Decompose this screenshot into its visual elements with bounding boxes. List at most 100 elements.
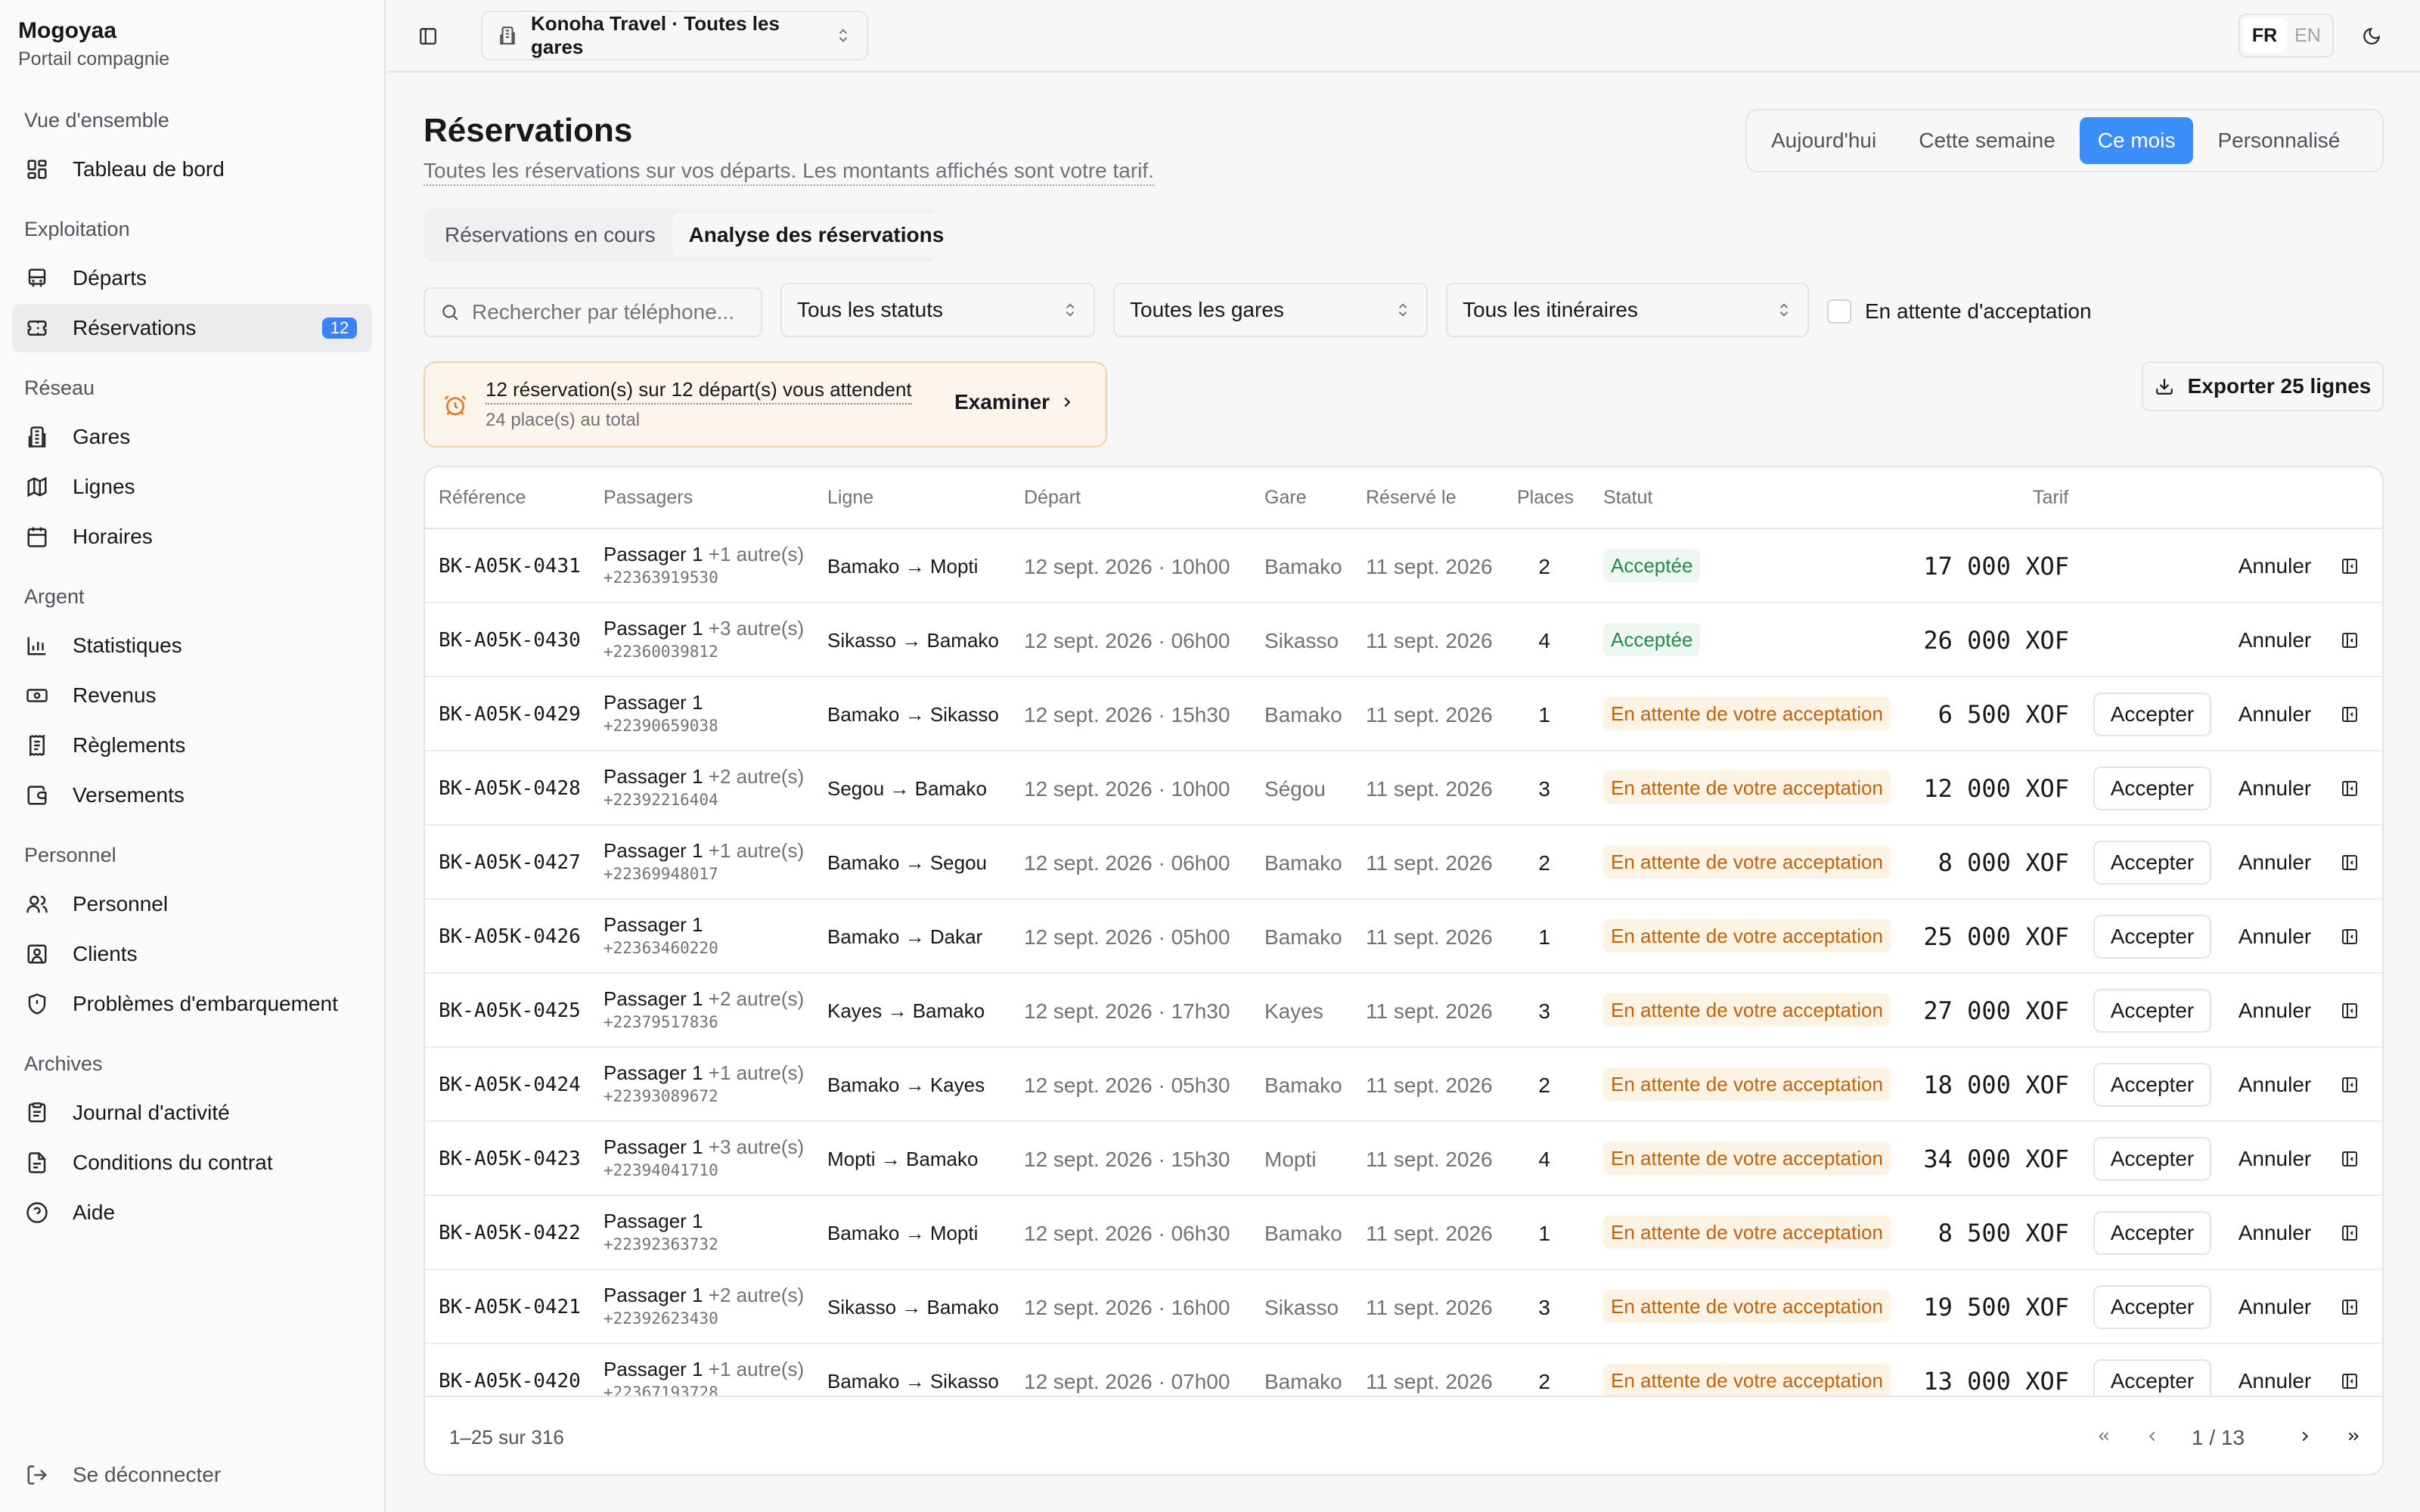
- first-page-button[interactable]: [2089, 1421, 2119, 1452]
- reservations-table: Référence Passagers Ligne Départ Gare Ré…: [424, 466, 2384, 1476]
- reservations-count-badge: 12: [322, 318, 357, 339]
- toggle-sidebar-button[interactable]: [413, 21, 443, 51]
- period-custom[interactable]: Personnalisé: [2199, 117, 2358, 164]
- sidebar: Mogoyaa Portail compagnie Vue d'ensemble…: [0, 0, 386, 1512]
- accept-button[interactable]: Accepter: [2093, 692, 2211, 736]
- pending-acceptance-filter[interactable]: En attente d'acceptation: [1827, 299, 2092, 324]
- period-week[interactable]: Cette semaine: [1900, 117, 2074, 164]
- row-reserved-date: 11 sept. 2026: [1366, 1370, 1493, 1393]
- examine-button[interactable]: Examiner: [954, 390, 1075, 414]
- accept-button[interactable]: Accepter: [2093, 1063, 2211, 1107]
- open-detail-button[interactable]: [2335, 1145, 2364, 1173]
- company-selector[interactable]: Konoha Travel · Toutes les gares: [481, 11, 868, 60]
- lang-fr-button[interactable]: FR: [2243, 18, 2286, 53]
- prev-page-button[interactable]: [2137, 1421, 2167, 1452]
- download-icon: [2155, 376, 2174, 396]
- cancel-button[interactable]: Annuler: [2229, 1285, 2320, 1329]
- accept-button[interactable]: Accepter: [2093, 767, 2211, 810]
- route-filter-select[interactable]: Tous les itinéraires: [1446, 283, 1809, 337]
- cancel-button[interactable]: Annuler: [2229, 692, 2320, 736]
- sidebar-item-lignes[interactable]: Lignes: [12, 463, 372, 511]
- cancel-button[interactable]: Annuler: [2229, 841, 2320, 885]
- row-fare: 25 000 XOF: [1923, 922, 2069, 951]
- accept-button[interactable]: Accepter: [2093, 1285, 2211, 1329]
- cancel-button[interactable]: Annuler: [2229, 1063, 2320, 1107]
- period-today[interactable]: Aujourd'hui: [1753, 117, 1894, 164]
- row-departure: 12 sept. 2026 · 05h00: [1024, 925, 1230, 949]
- cancel-button[interactable]: Annuler: [2229, 915, 2320, 959]
- passenger-name: Passager 1: [603, 1061, 703, 1084]
- pending-alert: 12 réservation(s) sur 12 départ(s) vous …: [424, 361, 1107, 448]
- cancel-button[interactable]: Annuler: [2229, 989, 2320, 1033]
- passenger-name: Passager 1: [603, 913, 703, 936]
- help-icon: [24, 1200, 50, 1225]
- open-detail-button[interactable]: [2335, 626, 2364, 655]
- col-reference: Référence: [439, 487, 526, 508]
- open-detail-button[interactable]: [2335, 848, 2364, 877]
- sidebar-item-gares[interactable]: Gares: [12, 413, 372, 461]
- cancel-button[interactable]: Annuler: [2229, 618, 2320, 662]
- accept-button[interactable]: Accepter: [2093, 841, 2211, 885]
- accept-button[interactable]: Accepter: [2093, 1137, 2211, 1181]
- open-detail-button[interactable]: [2335, 1219, 2364, 1247]
- sidebar-item-reglements[interactable]: Règlements: [12, 721, 372, 770]
- accept-button[interactable]: Accepter: [2093, 915, 2211, 959]
- accept-button[interactable]: Accepter: [2093, 1359, 2211, 1399]
- sidebar-item-boarding-issues[interactable]: Problèmes d'embarquement: [12, 980, 372, 1028]
- sidebar-item-clients[interactable]: Clients: [12, 930, 372, 978]
- row-phone: +22392623430: [603, 1309, 718, 1328]
- open-detail-button[interactable]: [2335, 700, 2364, 729]
- sidebar-item-revenus[interactable]: Revenus: [12, 671, 372, 720]
- row-places: 1: [1538, 1222, 1550, 1245]
- open-detail-button[interactable]: [2335, 1293, 2364, 1321]
- status-badge: En attente de votre acceptation: [1603, 1364, 1891, 1397]
- search-input[interactable]: [472, 300, 746, 324]
- station-filter-select[interactable]: Toutes les gares: [1113, 283, 1428, 337]
- row-line: Bamako → Mopti: [827, 555, 979, 578]
- sidebar-item-journal[interactable]: Journal d'activité: [12, 1089, 372, 1137]
- row-departure: 12 sept. 2026 · 10h00: [1024, 555, 1230, 578]
- cancel-button[interactable]: Annuler: [2229, 767, 2320, 810]
- next-page-button[interactable]: [2290, 1421, 2320, 1452]
- sidebar-item-departs[interactable]: Départs: [12, 254, 372, 302]
- open-detail-button[interactable]: [2335, 1367, 2364, 1396]
- row-line: Bamako → Sikasso: [827, 1370, 999, 1393]
- last-page-button[interactable]: [2338, 1421, 2369, 1452]
- passenger-name: Passager 1: [603, 617, 703, 640]
- pending-checkbox-label: En attente d'acceptation: [1865, 299, 2092, 323]
- logout-button[interactable]: Se déconnecter: [24, 1462, 221, 1488]
- panel-icon: [2341, 1150, 2359, 1168]
- accept-button[interactable]: Accepter: [2093, 1211, 2211, 1255]
- tab-reservation-analysis[interactable]: Analyse des réservations: [672, 213, 961, 257]
- accept-button[interactable]: Accepter: [2093, 989, 2211, 1033]
- status-filter-select[interactable]: Tous les statuts: [780, 283, 1095, 337]
- row-reference: BK-A05K-0428: [439, 777, 581, 800]
- sidebar-item-aide[interactable]: Aide: [12, 1188, 372, 1237]
- sidebar-item-statistiques[interactable]: Statistiques: [12, 621, 372, 670]
- period-month[interactable]: Ce mois: [2079, 117, 2194, 164]
- sidebar-item-reservations[interactable]: Réservations 12: [12, 304, 372, 352]
- row-fare: 12 000 XOF: [1923, 774, 2069, 803]
- lang-en-button[interactable]: EN: [2286, 18, 2329, 53]
- open-detail-button[interactable]: [2335, 922, 2364, 951]
- export-button[interactable]: Exporter 25 lignes: [2142, 361, 2384, 411]
- open-detail-button[interactable]: [2335, 1070, 2364, 1099]
- tab-current-reservations[interactable]: Réservations en cours: [428, 213, 672, 257]
- sidebar-item-dashboard[interactable]: Tableau de bord: [12, 145, 372, 194]
- row-passenger: Passager 1: [603, 913, 703, 937]
- calendar-icon: [24, 524, 50, 550]
- sidebar-item-horaires[interactable]: Horaires: [12, 513, 372, 561]
- cancel-button[interactable]: Annuler: [2229, 544, 2320, 588]
- sidebar-item-personnel[interactable]: Personnel: [12, 880, 372, 928]
- cancel-button[interactable]: Annuler: [2229, 1359, 2320, 1399]
- cancel-button[interactable]: Annuler: [2229, 1137, 2320, 1181]
- theme-toggle-button[interactable]: [2356, 21, 2387, 51]
- open-detail-button[interactable]: [2335, 552, 2364, 581]
- cancel-button[interactable]: Annuler: [2229, 1211, 2320, 1255]
- open-detail-button[interactable]: [2335, 774, 2364, 803]
- sidebar-item-versements[interactable]: Versements: [12, 771, 372, 820]
- row-passenger: Passager 1: [603, 691, 703, 714]
- sidebar-item-contract[interactable]: Conditions du contrat: [12, 1139, 372, 1187]
- pending-checkbox[interactable]: [1827, 299, 1851, 324]
- open-detail-button[interactable]: [2335, 996, 2364, 1025]
